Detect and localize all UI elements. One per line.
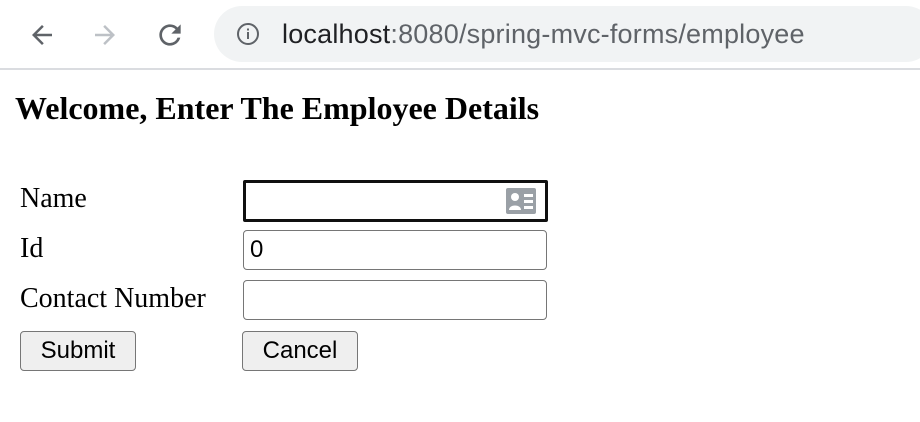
contact-number-label: Contact Number [20,283,206,314]
forward-button[interactable] [85,15,125,55]
browser-toolbar: localhost:8080/spring-mvc-forms/employee [0,0,920,70]
back-button[interactable] [22,15,62,55]
reload-button[interactable] [150,15,190,55]
contact-number-input[interactable] [243,280,547,320]
url-path: :8080/spring-mvc-forms/employee [390,19,805,49]
address-bar[interactable]: localhost:8080/spring-mvc-forms/employee [214,6,920,62]
info-circle-icon[interactable] [236,22,260,46]
id-label: Id [20,233,44,264]
arrow-left-icon [32,25,52,45]
cancel-button[interactable]: Cancel [242,331,358,371]
name-input[interactable] [243,180,548,222]
submit-button[interactable]: Submit [20,331,136,371]
id-input[interactable] [243,230,547,270]
reload-icon [159,24,181,46]
url-text[interactable]: localhost:8080/spring-mvc-forms/employee [282,18,805,50]
url-host: localhost [282,19,391,49]
name-label: Name [20,183,87,214]
page-content: Welcome, Enter The Employee Details Name… [0,72,920,422]
arrow-right-icon [95,25,115,45]
page-title: Welcome, Enter The Employee Details [15,90,540,126]
contact-card-icon[interactable] [505,186,537,216]
